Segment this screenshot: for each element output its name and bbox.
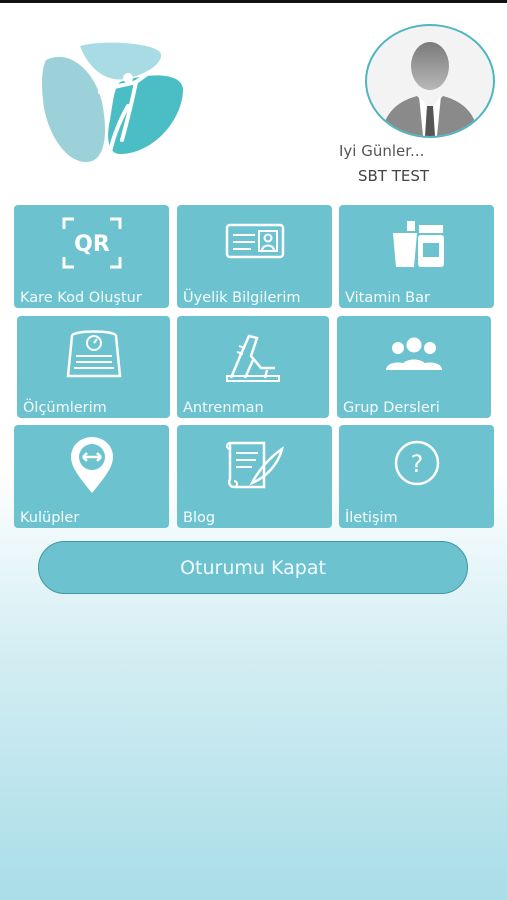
group-icon — [386, 337, 442, 370]
tile-membership[interactable]: Üyelik Bilgilerim — [177, 205, 332, 308]
tile-clubs[interactable]: Kulüpler — [14, 425, 169, 528]
tile-label: Ölçümlerim — [23, 400, 107, 416]
tile-label: Grup Dersleri — [343, 400, 440, 416]
svg-text:?: ? — [410, 450, 423, 478]
question-icon: ? — [394, 440, 439, 486]
tile-group-classes[interactable]: Grup Dersleri — [337, 316, 491, 418]
scroll-pen-icon — [225, 441, 284, 489]
tile-label: Antrenman — [183, 400, 264, 416]
tile-contact[interactable]: ? İletişim — [339, 425, 494, 528]
tile-vitamin-bar[interactable]: Vitamin Bar — [339, 205, 494, 308]
user-silhouette-icon — [381, 42, 479, 136]
tile-label: Kulüpler — [20, 510, 80, 526]
app-logo — [42, 42, 184, 163]
location-pin-icon — [70, 437, 113, 493]
tile-measurements[interactable]: Ölçümlerim — [17, 316, 170, 418]
qr-code-icon: QR — [62, 217, 121, 269]
scale-icon — [66, 330, 121, 378]
tile-label: Blog — [183, 510, 216, 526]
svg-text:QR: QR — [74, 232, 110, 257]
user-name: SBT TEST — [358, 167, 430, 185]
tile-label: Kare Kod Oluştur — [20, 290, 142, 306]
tile-blog[interactable]: Blog — [177, 425, 332, 528]
drink-jar-icon — [392, 221, 444, 267]
id-card-icon — [225, 223, 284, 259]
logout-button[interactable]: Oturumu Kapat — [38, 541, 468, 594]
tile-label: İletişim — [345, 510, 398, 526]
greeting-text: Iyi Günler... — [339, 142, 425, 160]
avatar[interactable] — [365, 24, 495, 138]
status-bar — [0, 0, 507, 3]
tile-training[interactable]: Antrenman — [177, 316, 329, 418]
tile-qr-code[interactable]: QR Kare Kod Oluştur — [14, 205, 169, 308]
tile-label: Üyelik Bilgilerim — [183, 290, 301, 306]
running-legs-icon — [226, 334, 280, 382]
tile-label: Vitamin Bar — [345, 290, 430, 306]
